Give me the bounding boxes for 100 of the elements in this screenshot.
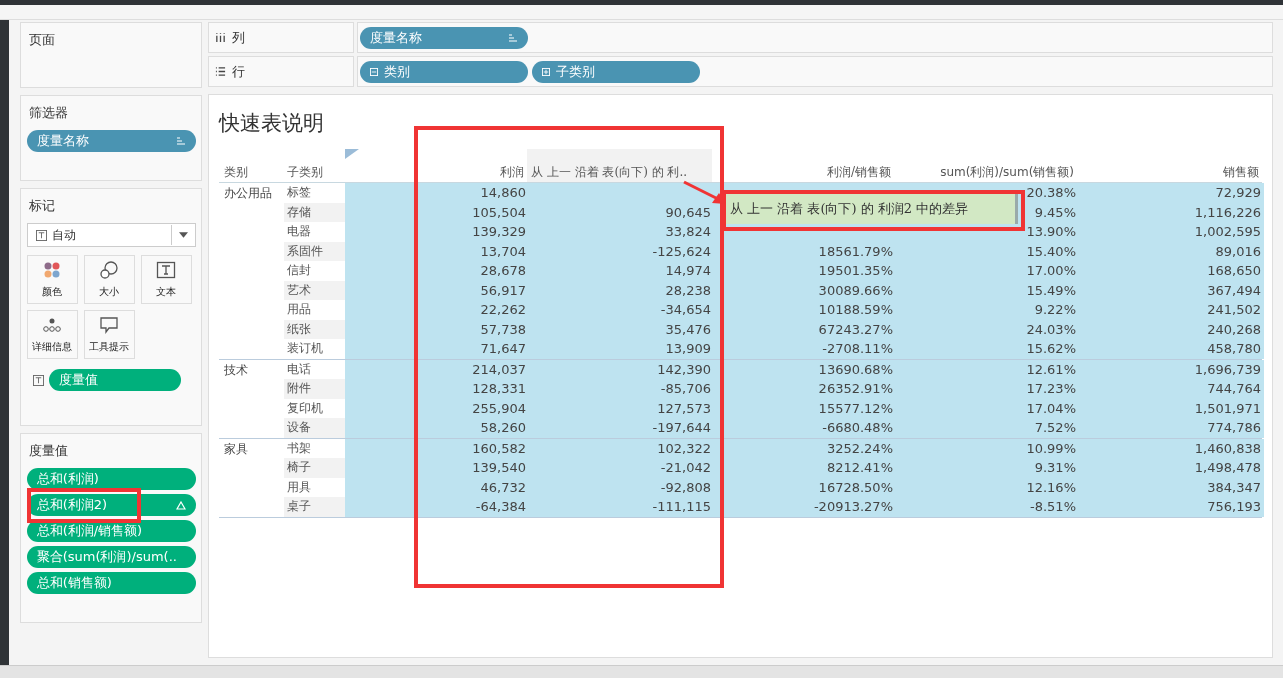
table-cell: -197,644 (652, 420, 711, 435)
row-header: 纸张 (284, 319, 345, 339)
table-cell: 1,116,226 (1194, 204, 1261, 220)
table-cell: -6680.48% (822, 420, 893, 435)
table-cell: 3252.24% (826, 440, 893, 456)
table-cell: 139,540 (472, 460, 526, 475)
table-cell: 14,860 (480, 185, 526, 200)
table-cell: 102,322 (657, 440, 711, 456)
row-header: 用具 (286, 478, 312, 496)
table-cell: 71,647 (480, 341, 526, 356)
table-cell: 58,260 (480, 420, 526, 435)
row-header: 系固件 (284, 241, 345, 261)
shelf-pill[interactable]: 类别 (360, 60, 528, 83)
measure-pill[interactable]: 总和(利润) (26, 468, 196, 490)
mark-button[interactable]: 颜色 (26, 255, 78, 304)
table-cell: 1,696,739 (1194, 361, 1261, 377)
table-cell: 30089.66% (818, 282, 893, 298)
mark-type-select[interactable]: 自动 (26, 223, 196, 247)
card-title: 页面 (28, 31, 56, 49)
table-cell: 57,738 (480, 321, 526, 337)
table-cell: -8.51% (1030, 499, 1076, 514)
table-cell: 17.04% (1026, 400, 1076, 416)
row-header: 电话 (286, 360, 312, 378)
shelf-label: 行 (232, 62, 245, 81)
table-cell: 15.62% (1026, 341, 1076, 356)
sort-icon (176, 137, 186, 145)
shelf-pill[interactable]: 子类别 (532, 60, 700, 83)
category-label: 家具 (223, 440, 249, 458)
table-cell: 15.49% (1026, 282, 1076, 298)
table-cell: 9.45% (1034, 204, 1076, 220)
column-header: sum(利润)/sum(销售额) (939, 164, 1075, 181)
column-header: 销售额 (1222, 164, 1260, 181)
table-cell: 744,764 (1207, 381, 1261, 396)
table-cell: 19501.35% (818, 263, 893, 278)
table-cell: -21,042 (660, 460, 711, 475)
table-cell: 24.03% (1026, 321, 1076, 337)
table-cell: 15577.12% (818, 400, 893, 416)
measure-pill[interactable]: 总和(销售额) (26, 572, 196, 594)
table-cell: 15.40% (1026, 243, 1076, 259)
mark-button[interactable]: 文本 (140, 255, 192, 304)
table-cell: 10188.59% (818, 302, 893, 317)
table-cell: 1,501,971 (1194, 400, 1261, 416)
row-header: 标签 (286, 184, 312, 202)
row-header: 附件 (284, 379, 345, 399)
table-cell: -111,115 (652, 499, 711, 514)
row-header: 椅子 (284, 458, 345, 478)
tooltip: 从 上一 沿着 表(向下) 的 利润2 中的差异 (726, 193, 1018, 224)
category-label: 办公用品 (223, 185, 273, 202)
table-cell: 26352.91% (818, 381, 893, 396)
text-icon (32, 374, 44, 386)
shelf-label: 列 (232, 28, 245, 47)
speech-bubble-icon (99, 315, 120, 335)
row-header: 用品 (286, 301, 312, 319)
table-cell: 8212.41% (826, 460, 893, 475)
table-cell: 384,347 (1207, 479, 1261, 495)
column-header: 子类别 (286, 164, 324, 181)
table-cell: 367,494 (1207, 282, 1261, 298)
table-cell: 28,678 (480, 263, 526, 278)
mark-button[interactable]: 大小 (83, 255, 135, 304)
row-header: 复印机 (286, 399, 324, 417)
table-cell: 13.90% (1026, 224, 1076, 239)
table-cell: 13,704 (480, 243, 526, 259)
table-cell: 774,786 (1207, 420, 1261, 435)
table-cell: 13690.68% (818, 361, 893, 377)
table-cell: 12.16% (1026, 479, 1076, 495)
view-title: 快速表说明 (219, 110, 325, 137)
table-cell: -64,384 (475, 499, 526, 514)
row-header: 设备 (284, 418, 345, 438)
table-cell: 9.22% (1034, 302, 1076, 317)
category-label: 技术 (223, 361, 249, 379)
row-header: 桌子 (284, 497, 345, 517)
row-header: 装订机 (286, 340, 324, 358)
table-cell: 7.52% (1034, 420, 1076, 435)
column-header: 类别 (223, 164, 249, 181)
table-cell: 255,904 (472, 400, 526, 416)
table-cell: -2708.11% (822, 341, 893, 356)
table-cell: 458,780 (1207, 341, 1261, 356)
shelf-pill[interactable]: 度量名称 (360, 26, 528, 49)
table-cell: 756,193 (1207, 499, 1261, 514)
rows-icon (215, 66, 226, 77)
table-cell: 33,824 (665, 224, 711, 239)
table-cell: 16728.50% (818, 479, 893, 495)
table-cell: 105,504 (472, 204, 526, 220)
table-cell: 1,002,595 (1194, 224, 1261, 239)
corner-marker-icon (345, 149, 359, 159)
field-pill[interactable]: 度量值 (48, 369, 181, 391)
text-icon (156, 260, 177, 280)
mark-button[interactable]: 详细信息 (26, 310, 78, 359)
table-cell: 46,732 (480, 479, 526, 495)
table-cell: 12.61% (1026, 361, 1076, 377)
table-cell: 89,016 (1215, 243, 1261, 259)
text-icon (35, 229, 47, 241)
column-header: 利润 (499, 164, 525, 181)
measure-pill[interactable]: 聚合(sum(利润)/sum(.. (26, 546, 196, 568)
table-cell: -20913.27% (813, 499, 893, 514)
filter-pill[interactable]: 度量名称 (26, 130, 196, 152)
table-cell: 90,645 (665, 204, 711, 220)
mark-button[interactable]: 工具提示 (83, 310, 135, 359)
row-header: 信封 (286, 262, 312, 280)
table-cell: -125,624 (652, 243, 711, 259)
